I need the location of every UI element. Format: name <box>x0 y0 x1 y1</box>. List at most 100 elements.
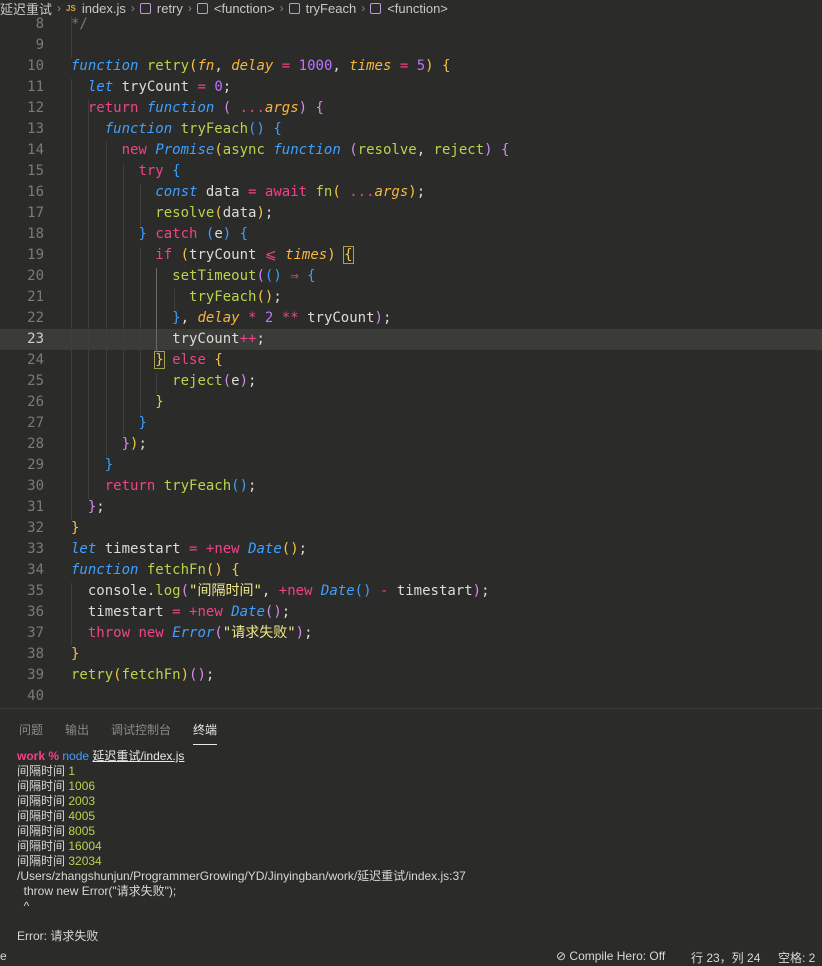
line-number: 31 <box>27 499 44 515</box>
code-line[interactable]: 8 */ <box>0 16 822 35</box>
breadcrumb-symbol-label: retry <box>156 0 183 16</box>
code-text: return function ( ...args) { <box>87 100 324 116</box>
code-line[interactable]: 29 } <box>0 455 822 476</box>
tab-terminal[interactable]: 终端 <box>193 721 218 745</box>
code-line[interactable]: 11 let tryCount = 0; <box>0 77 822 98</box>
indent-guide <box>140 184 141 226</box>
breadcrumb-symbol-tryfeach[interactable]: tryFeach <box>288 0 357 16</box>
indent-guide <box>140 247 141 415</box>
indent-guide <box>156 373 157 394</box>
line-number: 27 <box>27 415 44 431</box>
line-number: 34 <box>27 562 44 578</box>
cursor-position[interactable]: 行 23，列 24 <box>691 949 760 966</box>
terminal-error-caret: ^ <box>17 899 30 913</box>
symbol-cube-icon <box>370 2 382 14</box>
bottom-panel: 问题 输出 调试控制台 终端 work % node 延迟重试/index.js… <box>0 708 822 950</box>
code-text: timestart = +new Date(); <box>71 604 291 620</box>
code-text: } <box>71 520 80 536</box>
line-number: 20 <box>27 268 44 284</box>
terminal-error-path: /Users/zhangshunjun/ProgrammerGrowing/YD… <box>17 869 466 883</box>
tab-problems[interactable]: 问题 <box>19 721 43 745</box>
code-text: }; <box>87 499 105 515</box>
code-line[interactable]: 31 }; <box>0 497 822 518</box>
indent-guide <box>71 583 72 646</box>
code-line[interactable]: 12 return function ( ...args) { <box>0 98 822 119</box>
code-text: } else { <box>154 351 223 369</box>
line-number: 11 <box>27 79 44 95</box>
code-text: } catch (e) { <box>138 226 249 242</box>
code-text: } <box>138 415 147 431</box>
breadcrumb-symbol-function[interactable]: <function> <box>196 0 275 16</box>
code-text: console.log("间隔时间", +new Date() - timest… <box>71 583 490 599</box>
line-number: 23 <box>27 331 44 347</box>
code-text: const data = await fn( ...args); <box>155 184 426 200</box>
line-number: 36 <box>27 604 44 620</box>
compile-hero-label: Compile Hero: Off <box>569 949 666 963</box>
line-number: 16 <box>27 184 44 200</box>
indent-guide <box>71 79 72 520</box>
indent-guide <box>71 16 72 58</box>
line-number: 30 <box>27 478 44 494</box>
code-text: tryCount++; <box>172 331 265 347</box>
line-number: 19 <box>27 247 44 263</box>
code-line[interactable]: 28 }); <box>0 434 822 455</box>
code-line[interactable]: 32} <box>0 518 822 539</box>
code-text: if (tryCount ⩽ times) { <box>155 246 354 264</box>
indent-guide <box>88 100 89 499</box>
code-line[interactable]: 37 throw new Error("请求失败"); <box>0 623 822 644</box>
tab-output[interactable]: 输出 <box>65 721 89 745</box>
code-line[interactable]: 40 <box>0 686 822 707</box>
indent-guide <box>106 142 107 457</box>
code-line[interactable]: 38} <box>0 644 822 665</box>
terminal-log-line: 间隔时间 1006 <box>17 779 96 793</box>
code-line[interactable]: 39 retry(fetchFn)(); <box>0 665 822 686</box>
code-line[interactable]: 36 timestart = +new Date(); <box>0 602 822 623</box>
code-text: function retry(fn, delay = 1000, times =… <box>71 58 451 74</box>
breadcrumb-symbol-label: <function> <box>213 0 275 16</box>
line-number: 25 <box>27 373 44 389</box>
indentation-status[interactable]: 空格: 2 <box>778 949 815 966</box>
line-number: 8 <box>35 16 44 32</box>
line-number: 39 <box>27 667 44 683</box>
breadcrumb-symbol-function-inner[interactable]: <function> <box>370 1 448 16</box>
line-number: 14 <box>27 142 44 158</box>
terminal-error-code: throw new Error("请求失败"); <box>17 884 177 898</box>
code-line[interactable]: 35 console.log("间隔时间", +new Date() - tim… <box>0 581 822 602</box>
terminal-log-line: 间隔时间 4005 <box>17 809 96 823</box>
line-number: 12 <box>27 100 44 116</box>
line-number: 26 <box>27 394 44 410</box>
code-editor[interactable]: 8 */ 9 10 function retry(fn, delay = 1000, t… <box>0 16 822 708</box>
code-text: */ <box>71 16 88 32</box>
code-text: resolve(data); <box>155 205 274 221</box>
code-line[interactable]: 10 function retry(fn, delay = 1000, times… <box>0 56 822 77</box>
line-number: 29 <box>27 457 44 473</box>
terminal-output[interactable]: work % node 延迟重试/index.js 间隔时间 1 间隔时间 1006… <box>17 749 466 944</box>
terminal-argument[interactable]: 延迟重试/index.js <box>92 749 184 763</box>
compile-hero-status[interactable]: ⊘ Compile Hero: Off <box>556 949 665 963</box>
panel-tabs: 问题 输出 调试控制台 终端 <box>19 721 239 745</box>
line-number: 21 <box>27 289 44 305</box>
tab-debug-console[interactable]: 调试控制台 <box>111 721 171 745</box>
line-number: 37 <box>27 625 44 641</box>
code-text: }); <box>121 436 147 452</box>
code-text: } <box>71 646 80 662</box>
code-line[interactable]: 34 function fetchFn() { <box>0 560 822 581</box>
code-line[interactable]: 14 new Promise(async function (resolve, … <box>0 140 822 161</box>
breadcrumb-file[interactable]: JS index.js <box>66 1 126 16</box>
breadcrumb-symbol-label: tryFeach <box>305 0 357 16</box>
code-text: function fetchFn() { <box>71 562 240 578</box>
line-number: 28 <box>27 436 44 452</box>
line-number: 10 <box>27 58 44 74</box>
terminal-log-line: 间隔时间 1 <box>17 764 76 778</box>
terminal-prompt: work % <box>17 749 60 763</box>
breadcrumb-folder-label: 延迟重试 <box>0 1 53 17</box>
code-line[interactable]: 13 function tryFeach() { <box>0 119 822 140</box>
code-line[interactable]: 30 return tryFeach(); <box>0 476 822 497</box>
breadcrumb-symbol-retry[interactable]: retry <box>139 0 183 16</box>
code-line[interactable]: 33 let timestart = +new Date(); <box>0 539 822 560</box>
terminal-log-line: 间隔时间 2003 <box>17 794 96 808</box>
breadcrumb-folder[interactable]: 延迟重试 <box>0 0 53 17</box>
indent-guide <box>123 163 124 436</box>
code-line[interactable]: 9 <box>0 35 822 56</box>
eye-off-icon: ⊘ <box>556 949 567 963</box>
